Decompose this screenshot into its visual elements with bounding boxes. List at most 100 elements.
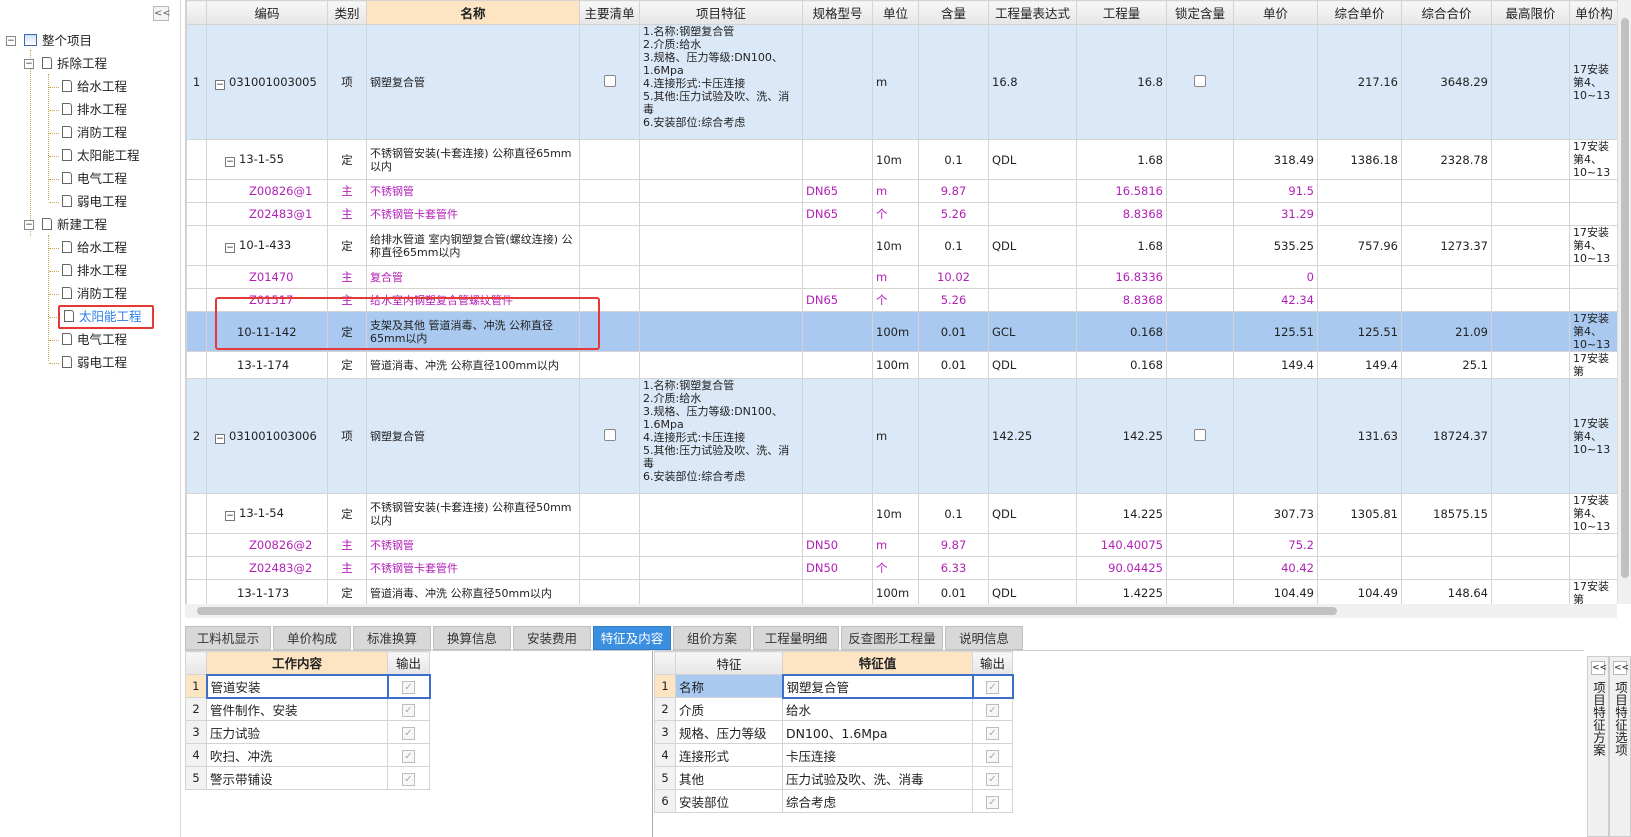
- name-cell[interactable]: 复合管: [366, 265, 580, 289]
- table-row[interactable]: 10-11-142 定支架及其他 管道消毒、冲洗 公称直径65mm以内 100m 0.…: [186, 311, 1617, 352]
- feature-value-cell[interactable]: DN100、1.6Mpa: [782, 720, 973, 744]
- ratio-cell[interactable]: 9.87: [918, 179, 989, 203]
- code-cell[interactable]: −13-1-55: [206, 139, 328, 180]
- type-cell[interactable]: 主: [327, 533, 367, 557]
- work-content-cell[interactable]: 警示带铺设: [206, 766, 388, 790]
- name-cell[interactable]: 管道消毒、冲洗 公称直径50mm以内: [366, 579, 580, 604]
- lock-checkbox[interactable]: [1194, 428, 1206, 441]
- expression-cell[interactable]: [988, 556, 1077, 580]
- name-cell[interactable]: 不锈钢管: [366, 179, 580, 203]
- quantity-cell[interactable]: 16.8: [1076, 24, 1167, 140]
- spec-cell[interactable]: DN50: [802, 556, 873, 580]
- unit-cell[interactable]: m: [872, 265, 919, 289]
- row-index[interactable]: [186, 556, 207, 580]
- total-cell[interactable]: [1401, 556, 1492, 580]
- unit-cell[interactable]: 10m: [872, 493, 919, 534]
- table-row[interactable]: 2 介质 给水 ✓: [654, 697, 1013, 721]
- output-cell[interactable]: ✓: [387, 697, 430, 721]
- output-cell[interactable]: ✓: [972, 697, 1013, 721]
- compose-cell[interactable]: [1569, 179, 1617, 203]
- type-cell[interactable]: 定: [327, 139, 367, 180]
- expression-cell[interactable]: QDL: [988, 493, 1077, 534]
- price-cell[interactable]: 0: [1233, 265, 1318, 289]
- expression-cell[interactable]: [988, 288, 1077, 312]
- output-cell[interactable]: ✓: [387, 766, 430, 790]
- feature-cell[interactable]: [639, 288, 803, 312]
- column-header[interactable]: 含量: [918, 0, 989, 25]
- price-cell[interactable]: [1233, 24, 1318, 140]
- ratio-cell[interactable]: 10.02: [918, 265, 989, 289]
- row-index[interactable]: [186, 225, 207, 266]
- unit-price-cell[interactable]: [1317, 556, 1402, 580]
- ratio-cell[interactable]: 0.01: [918, 579, 989, 604]
- tab-1[interactable]: 单价构成: [273, 626, 351, 650]
- spec-cell[interactable]: [802, 24, 873, 140]
- column-header[interactable]: 项目特征: [639, 0, 803, 25]
- feature-value-cell[interactable]: 钢塑复合管: [781, 673, 974, 699]
- table-row[interactable]: Z02483@2 主不锈钢管卡套管件 DN50 个 6.33 90.04425 40.42: [186, 556, 1617, 580]
- output-checkbox[interactable]: ✓: [986, 704, 999, 718]
- type-cell[interactable]: 主: [327, 288, 367, 312]
- tree-item[interactable]: 太阳能工程: [58, 305, 154, 329]
- panel-divider[interactable]: [652, 650, 653, 837]
- lock-cell[interactable]: [1166, 288, 1234, 312]
- total-cell[interactable]: 2328.78: [1401, 139, 1492, 180]
- tree-toggle-icon[interactable]: −: [6, 36, 16, 46]
- expression-cell[interactable]: GCL: [988, 311, 1077, 352]
- tree-group[interactable]: − 拆除工程: [24, 54, 107, 74]
- tab-2[interactable]: 标准换算: [353, 626, 431, 650]
- compose-cell[interactable]: 17安装第4、10~13: [1569, 139, 1617, 180]
- limit-cell[interactable]: [1491, 179, 1570, 203]
- compose-cell[interactable]: 17安装第4、10~13: [1569, 311, 1617, 352]
- tree-item[interactable]: 消防工程: [62, 284, 127, 304]
- total-cell[interactable]: 3648.29: [1401, 24, 1492, 140]
- main-list-cell[interactable]: [579, 579, 640, 604]
- unit-cell[interactable]: m: [872, 24, 919, 140]
- main-list-cell[interactable]: [579, 288, 640, 312]
- price-cell[interactable]: 307.73: [1233, 493, 1318, 534]
- price-cell[interactable]: 104.49: [1233, 579, 1318, 604]
- table-row[interactable]: 3 规格、压力等级 DN100、1.6Mpa ✓: [654, 720, 1013, 744]
- main-list-cell[interactable]: [579, 533, 640, 557]
- ratio-cell[interactable]: [918, 24, 989, 140]
- limit-cell[interactable]: [1491, 311, 1570, 352]
- spec-cell[interactable]: DN50: [802, 533, 873, 557]
- column-header[interactable]: 综合合价: [1401, 0, 1492, 25]
- lock-cell[interactable]: [1166, 556, 1234, 580]
- table-row[interactable]: 6 安装部位 综合考虑 ✓: [654, 789, 1013, 813]
- total-cell[interactable]: 21.09: [1401, 311, 1492, 352]
- quantity-cell[interactable]: 16.8336: [1076, 265, 1167, 289]
- feature-name-cell[interactable]: 规格、压力等级: [675, 720, 783, 744]
- column-header[interactable]: 单位: [872, 0, 919, 25]
- feature-cell[interactable]: [639, 202, 803, 226]
- compose-cell[interactable]: [1569, 265, 1617, 289]
- unit-price-cell[interactable]: [1317, 202, 1402, 226]
- feature-cell[interactable]: [639, 579, 803, 604]
- table-row[interactable]: Z00826@2 主不锈钢管 DN50 m 9.87 140.40075 75.2: [186, 533, 1617, 557]
- compose-cell[interactable]: [1569, 288, 1617, 312]
- compose-cell[interactable]: [1569, 533, 1617, 557]
- price-cell[interactable]: 125.51: [1233, 311, 1318, 352]
- tab-5[interactable]: 特征及内容: [593, 626, 671, 650]
- feature-value-cell[interactable]: 综合考虑: [782, 789, 973, 813]
- limit-cell[interactable]: [1491, 24, 1570, 140]
- column-header[interactable]: 工作内容: [206, 651, 388, 675]
- feature-cell[interactable]: 1.名称:钢塑复合管 2.介质:给水 3.规格、压力等级:DN100、1.6Mp…: [639, 24, 803, 140]
- feature-cell[interactable]: [639, 351, 803, 379]
- total-cell[interactable]: 25.1: [1401, 351, 1492, 379]
- ratio-cell[interactable]: 5.26: [918, 288, 989, 312]
- output-checkbox[interactable]: ✓: [986, 681, 999, 694]
- feature-cell[interactable]: [639, 225, 803, 266]
- code-cell[interactable]: −10-1-433: [206, 225, 328, 266]
- unit-price-cell[interactable]: 131.63: [1317, 378, 1402, 494]
- tree-item[interactable]: 弱电工程: [62, 192, 127, 212]
- column-header[interactable]: 单价: [1233, 0, 1318, 25]
- column-header[interactable]: 特征: [675, 651, 783, 675]
- main-list-cell[interactable]: [579, 225, 640, 266]
- column-header[interactable]: 主要清单: [579, 0, 640, 25]
- limit-cell[interactable]: [1491, 579, 1570, 604]
- lock-cell[interactable]: [1166, 179, 1234, 203]
- ratio-cell[interactable]: 0.01: [918, 311, 989, 352]
- price-cell[interactable]: 75.2: [1233, 533, 1318, 557]
- lock-cell[interactable]: [1166, 311, 1234, 352]
